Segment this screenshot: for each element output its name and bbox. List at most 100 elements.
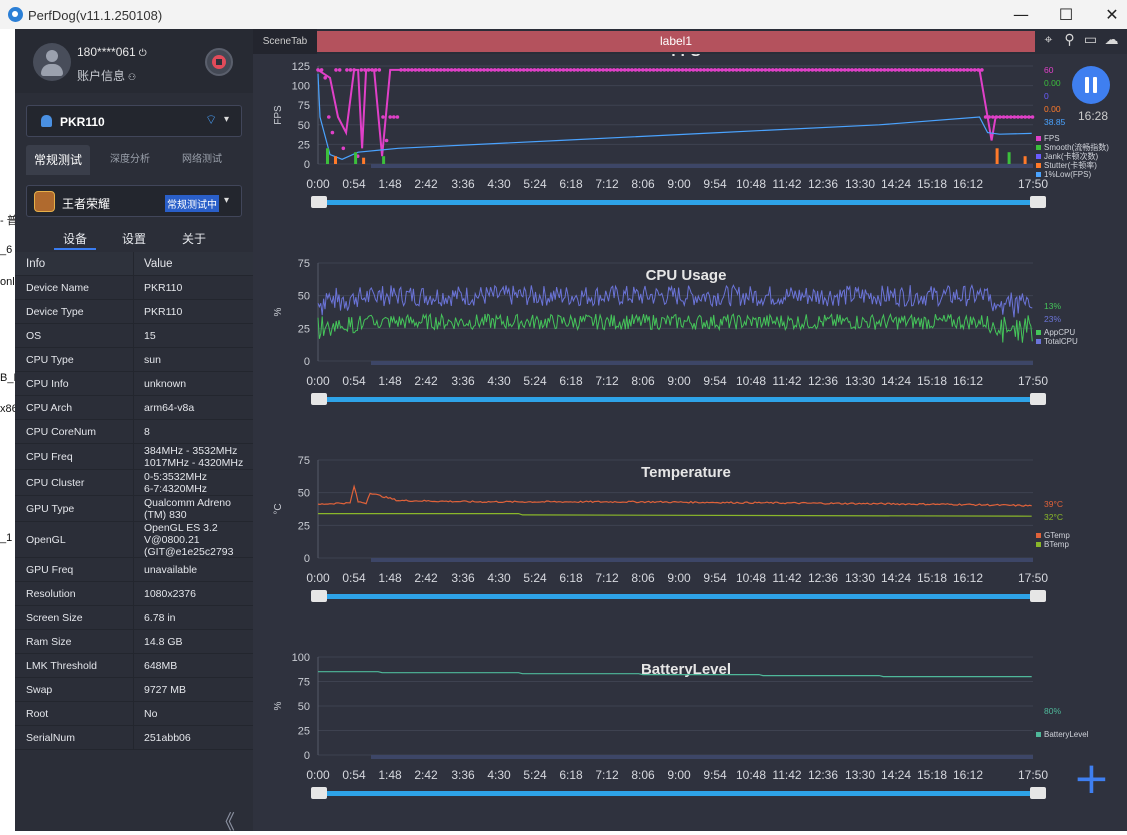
x-tick-label: 1:48 — [378, 177, 402, 191]
x-tick-label: 9:00 — [667, 571, 691, 585]
x-tick-label: 3:36 — [451, 177, 475, 191]
fps-point — [493, 68, 497, 72]
power-icon[interactable]: ⏻ — [139, 48, 147, 59]
account-info-label: 账户信息 — [77, 69, 126, 83]
y-tick-label: 50 — [298, 291, 310, 303]
fps-point — [814, 68, 818, 72]
x-tick-label: 10:48 — [736, 374, 766, 388]
info-value: PKR110 — [144, 306, 183, 318]
fps-point — [1012, 115, 1017, 119]
bg-text: _6 — [0, 244, 13, 256]
y-axis-label: % — [273, 701, 284, 710]
x-tick-label: 0:00 — [306, 768, 330, 782]
tab-normal-test[interactable]: 常规测试 — [26, 145, 90, 175]
user-name: 180****061 ⏻ — [77, 45, 147, 59]
fps-point — [594, 68, 598, 72]
pause-button[interactable] — [1072, 66, 1110, 104]
info-value: arm64-v8a — [144, 402, 195, 414]
cloud-icon[interactable]: ☁ — [1101, 32, 1122, 48]
scrub-band — [371, 558, 1033, 562]
location-icon[interactable]: ⌖ — [1038, 32, 1059, 48]
time-range-slider — [320, 791, 1032, 796]
maximize-button[interactable]: ☐ — [1043, 0, 1089, 29]
x-tick-label: 11:42 — [772, 177, 801, 191]
fps-point — [994, 115, 999, 119]
scene-tab[interactable]: SceneTab — [253, 29, 317, 54]
slider-handle-right — [1030, 787, 1046, 799]
tab-device[interactable]: 设备 — [54, 230, 96, 247]
fps-point — [536, 68, 540, 72]
fps-point — [731, 68, 735, 72]
fps-point — [886, 68, 890, 72]
info-value: 384MHz - 3532MHz 1017MHz - 4320MHz — [144, 445, 244, 469]
fps-point — [323, 76, 327, 80]
info-value: 15 — [144, 330, 156, 342]
table-row: OS 15 — [15, 324, 253, 348]
x-tick-label: 7:12 — [595, 177, 619, 191]
fps-point — [980, 68, 984, 72]
fps-point — [615, 68, 620, 72]
x-tick-label: 5:24 — [523, 177, 547, 191]
info-key: LMK Threshold — [26, 660, 98, 672]
info-key: Screen Size — [26, 612, 83, 624]
legend-label: Jank(卡顿次数) — [1044, 151, 1099, 161]
column-divider — [133, 678, 134, 701]
main-panel: SceneTab label1 ⌖⚲▭☁ FPS0255075100125FPS… — [253, 29, 1127, 831]
scene-toolbar: ⌖ ⚲ ▭ ☁ — [1038, 32, 1122, 48]
x-tick-label: 10:48 — [736, 571, 766, 585]
x-tick-label: 13:30 — [845, 571, 875, 585]
legend-swatch — [1036, 330, 1041, 335]
fps-point — [724, 68, 728, 72]
fps-point — [998, 115, 1002, 119]
fps-point — [392, 115, 396, 119]
info-value: OpenGL ES 3.2 V@0800.21 (GIT@e1e25c2793 — [144, 522, 234, 558]
column-header-value: Value — [144, 258, 173, 270]
folder-icon[interactable]: ▭ — [1080, 32, 1101, 48]
legend-swatch — [1036, 533, 1041, 538]
avatar[interactable] — [33, 43, 71, 81]
account-info-link[interactable]: 账户信息 ⚇ — [77, 67, 136, 84]
minimize-button[interactable]: — — [998, 0, 1044, 29]
fps-point — [713, 68, 717, 72]
info-value: sun — [144, 354, 161, 366]
gtemp-line — [317, 484, 1032, 507]
add-chart-button[interactable]: + — [1073, 757, 1110, 801]
tab-deep-analysis[interactable]: 深度分析 — [98, 145, 162, 175]
pin-icon[interactable]: ⚲ — [1059, 32, 1080, 48]
x-tick-label: 9:00 — [667, 177, 691, 191]
fps-point — [583, 68, 587, 72]
fps-point — [395, 115, 400, 119]
current-value: 0.00 — [1044, 104, 1061, 114]
device-selector[interactable]: PKR110 ⌔ ▾ — [26, 105, 242, 137]
x-tick-label: 17:50 — [1018, 374, 1048, 388]
fps-point — [558, 68, 562, 72]
info-key: Device Type — [26, 306, 84, 318]
scene-label[interactable]: label1 — [317, 31, 1035, 52]
y-tick-label: 25 — [298, 323, 310, 335]
fps-point — [669, 68, 674, 72]
current-value: 0 — [1044, 91, 1049, 101]
fps-point — [947, 68, 952, 72]
legend-swatch — [1036, 732, 1041, 737]
stop-record-button[interactable] — [205, 48, 233, 76]
tab-about[interactable]: 关于 — [173, 230, 215, 247]
app-selector[interactable]: 王者荣耀 常规测试中 ▾ — [26, 185, 242, 217]
fps-point — [969, 68, 973, 72]
stutter-bar — [1023, 156, 1027, 164]
tab-network-test[interactable]: 网络测试 — [170, 145, 234, 175]
x-tick-label: 5:24 — [523, 768, 547, 782]
tab-settings[interactable]: 设置 — [113, 230, 155, 247]
x-tick-label: 0:54 — [342, 177, 366, 191]
info-value: unavailable — [144, 564, 198, 576]
x-tick-label: 2:42 — [414, 768, 438, 782]
info-value: 14.8 GB — [144, 636, 183, 648]
stutter-bar — [995, 148, 999, 164]
fps-point — [893, 68, 898, 72]
close-button[interactable]: ✕ — [1089, 0, 1127, 29]
fps-point — [604, 68, 609, 72]
legend-label: BTemp — [1044, 540, 1069, 549]
column-divider — [133, 396, 134, 419]
x-tick-label: 8:06 — [631, 571, 655, 585]
fps-point — [843, 68, 847, 72]
y-axis-label: FPS — [273, 105, 284, 125]
